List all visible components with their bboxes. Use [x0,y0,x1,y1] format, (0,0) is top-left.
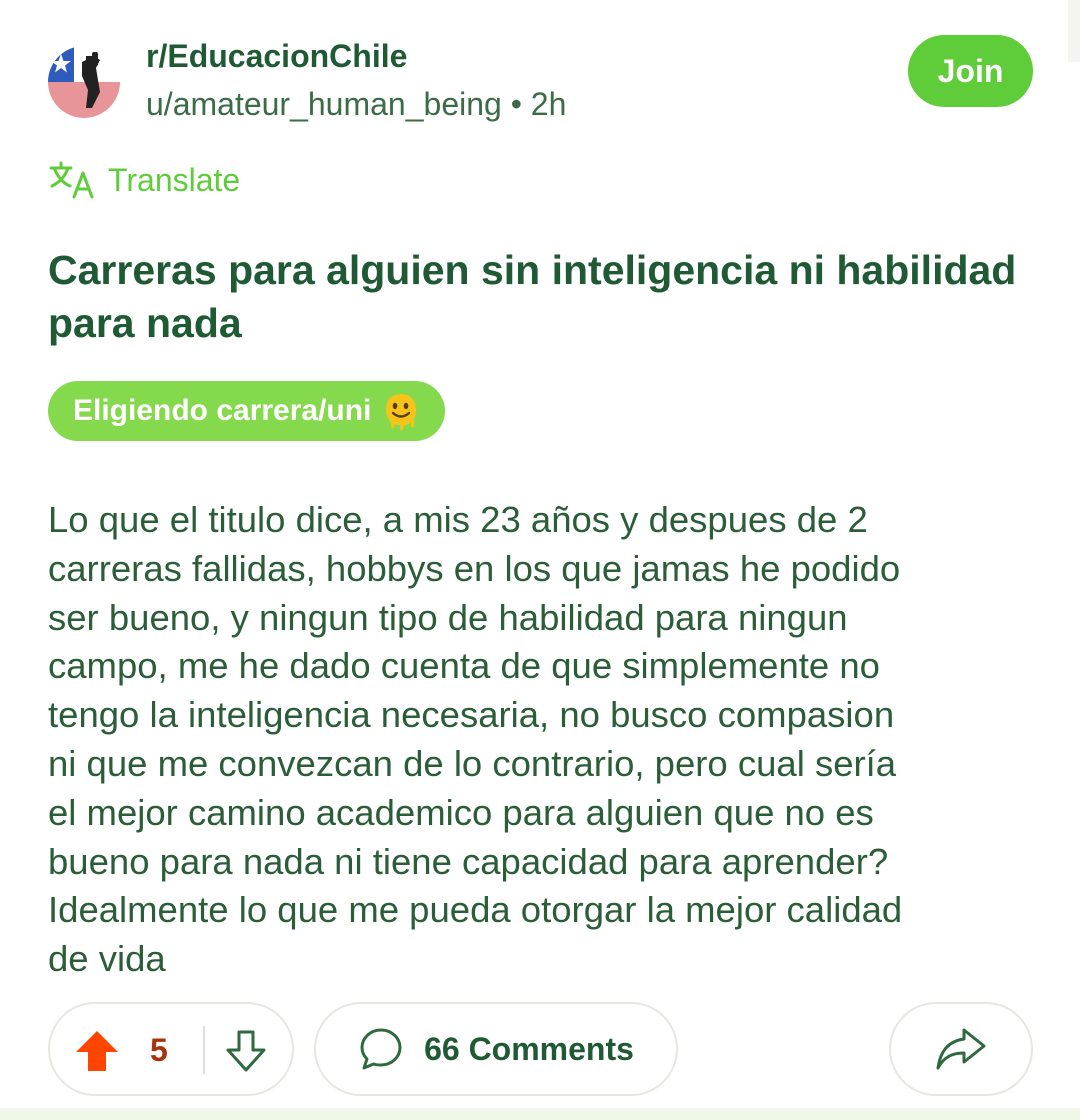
post-body: Lo que el titulo dice, a mis 23 años y d… [48,496,1048,984]
comment-bubble-icon [360,1028,402,1070]
subreddit-name[interactable]: r/EducacionChile [146,36,407,76]
melting-face-emoji-icon [386,394,417,431]
post-body-line: el mejor camino academico para alguien q… [48,791,874,833]
post-body-line: Lo que el titulo dice, a mis 23 años y d… [48,499,868,540]
chile-flag-fist-icon [48,46,120,118]
vote-count: 5 [150,1032,168,1068]
post-body-line: tengo la inteligencia necesaria, no busc… [48,694,895,736]
post-body-line: ni que me convezcan de lo contrario, per… [48,742,897,784]
flair-label: Eligiendo carrera/uni [73,394,372,427]
author-name[interactable]: u/amateur_human_being [146,86,502,122]
post-body-line: campo, me he dado cuenta de que simpleme… [48,645,880,687]
comments-button[interactable]: 66 Comments [314,1002,678,1096]
subreddit-avatar[interactable] [48,46,120,118]
post-detail-view: r/EducacionChile u/amateur_human_being •… [0,0,1080,1120]
post-body-line: bueno para nada ni tiene capacidad para … [48,840,889,882]
post-flair[interactable]: Eligiendo carrera/uni [48,381,446,441]
post-body-line: de vida [48,938,166,980]
meta-separator: • [510,86,522,122]
translate-label: Translate [108,161,241,198]
join-button[interactable]: Join [908,35,1033,107]
post-meta: u/amateur_human_being • 2h [146,84,566,124]
vote-control: 5 [48,1002,294,1096]
post-body-line: Idealmente lo que me pueda otorgar la me… [48,889,903,931]
share-arrow-icon [936,1028,986,1070]
vote-divider [203,1026,205,1074]
edge-strip [1068,0,1080,62]
comments-count: 66 Comments [424,1030,634,1067]
post-body-line: ser bueno, y ningun tipo de habilidad pa… [48,596,848,638]
bottom-strip [0,1108,1080,1120]
translate-icon [49,161,94,199]
post-body-line: carreras fallidas, hobbys en los que jam… [48,547,901,589]
post-title[interactable]: Carreras para alguien sin inteligencia n… [48,244,1038,350]
translate-button[interactable]: Translate [48,160,240,200]
post-age: 2h [530,86,567,122]
downvote-arrow-icon[interactable] [222,1028,270,1074]
upvote-arrow-icon[interactable] [74,1029,120,1073]
share-button[interactable] [889,1002,1033,1096]
